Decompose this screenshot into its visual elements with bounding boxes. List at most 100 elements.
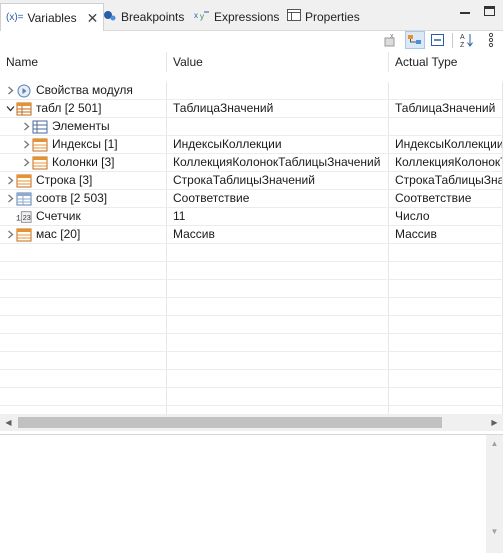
table-row[interactable]: табл [2 501] ТаблицаЗначений ТаблицаЗначен… xyxy=(0,100,503,118)
collapse-all-button[interactable] xyxy=(428,31,448,49)
table-row[interactable]: Свойства модуля xyxy=(0,82,503,100)
empty-table-row xyxy=(0,262,503,280)
tab-properties[interactable]: Properties xyxy=(282,3,365,30)
expressions-icon: xy xyxy=(194,9,210,24)
column-header-name[interactable]: Name xyxy=(0,52,167,72)
breakpoints-icon xyxy=(103,9,117,24)
table-row[interactable]: Строка [3] СтрокаТаблицыЗначений СтрокаТаб… xyxy=(0,172,503,190)
tab-properties-label: Properties xyxy=(305,9,360,24)
variable-name: соотв [2 503] xyxy=(36,191,108,205)
chevron-right-icon[interactable] xyxy=(4,172,16,189)
scroll-right-icon[interactable]: ▶ xyxy=(486,414,503,431)
detail-vertical-scrollbar[interactable]: ▲ ▼ xyxy=(486,435,503,553)
empty-cell xyxy=(167,262,389,279)
cell-actual-type[interactable] xyxy=(389,118,503,135)
cell-name[interactable]: соотв [2 503] xyxy=(0,190,167,207)
cell-name[interactable]: Элементы xyxy=(0,118,167,135)
sort-az-icon: AZ xyxy=(460,34,473,48)
cell-actual-type[interactable] xyxy=(389,82,503,99)
tab-breakpoints[interactable]: Breakpoints xyxy=(98,3,189,30)
cell-value[interactable]: ТаблицаЗначений xyxy=(167,100,389,117)
tab-variables[interactable]: (x)= Variables ✕ xyxy=(0,3,105,31)
column-header-value[interactable]: Value xyxy=(167,52,389,72)
variable-name: мас [20] xyxy=(36,227,81,241)
chevron-right-icon[interactable] xyxy=(20,118,32,135)
scroll-down-icon[interactable]: ▼ xyxy=(486,523,503,540)
cell-value[interactable] xyxy=(167,82,389,99)
cell-name[interactable]: 1 2 3 Счетчик xyxy=(0,208,167,225)
empty-cell xyxy=(0,280,167,297)
empty-table-row xyxy=(0,370,503,388)
cell-name[interactable]: мас [20] xyxy=(0,226,167,243)
chevron-right-icon[interactable] xyxy=(20,154,32,171)
maximize-icon[interactable] xyxy=(484,6,495,16)
collapse-all-icon xyxy=(431,34,444,46)
cell-value[interactable]: ИндексыКоллекции xyxy=(167,136,389,153)
cell-value[interactable]: Соответствие xyxy=(167,190,389,207)
scroll-up-icon[interactable]: ▲ xyxy=(486,435,503,452)
scroll-left-icon[interactable]: ◀ xyxy=(0,414,17,431)
variable-name: Счетчик xyxy=(36,209,81,223)
cell-value[interactable]: СтрокаТаблицыЗначений xyxy=(167,172,389,189)
empty-cell xyxy=(0,244,167,261)
cell-name[interactable]: Строка [3] xyxy=(0,172,167,189)
tab-variables-label: Variables xyxy=(27,10,77,25)
empty-table-row xyxy=(0,388,503,406)
cell-actual-type[interactable]: Число xyxy=(389,208,503,225)
table-row[interactable]: соотв [2 503] Соответствие Соответствие xyxy=(0,190,503,208)
minimize-icon[interactable] xyxy=(460,12,470,14)
cell-actual-type[interactable]: КоллекцияКолонокТ xyxy=(389,154,503,171)
show-logical-structure-button[interactable] xyxy=(405,31,425,49)
table-row[interactable]: 1 2 3 Счетчик 11 Число xyxy=(0,208,503,226)
variable-name: Строка [3] xyxy=(36,173,93,187)
empty-table-row xyxy=(0,352,503,370)
view-menu-button[interactable] xyxy=(481,31,501,49)
cell-name[interactable]: Индексы [1] xyxy=(0,136,167,153)
cell-value[interactable]: КоллекцияКолонокТаблицыЗначений xyxy=(167,154,389,171)
chevron-right-icon[interactable] xyxy=(4,82,16,99)
type-names-icon: x xyxy=(384,33,395,47)
chevron-down-icon[interactable] xyxy=(4,100,16,117)
cell-name[interactable]: Колонки [3] xyxy=(0,154,167,171)
table-row[interactable]: мас [20] Массив Массив xyxy=(0,226,503,244)
cell-actual-type[interactable]: СтрокаТаблицыЗна xyxy=(389,172,503,189)
cell-name[interactable]: Свойства модуля xyxy=(0,82,167,99)
cell-actual-type[interactable]: Массив xyxy=(389,226,503,243)
empty-cell xyxy=(167,352,389,369)
empty-cell xyxy=(167,334,389,351)
empty-cell xyxy=(389,316,503,333)
horizontal-scroll-thumb[interactable] xyxy=(18,417,442,428)
tab-expressions[interactable]: xy Expressions xyxy=(189,3,284,30)
empty-table-row xyxy=(0,406,503,414)
cell-value[interactable] xyxy=(167,118,389,135)
empty-cell xyxy=(167,298,389,315)
show-type-names-button[interactable]: x xyxy=(382,31,402,49)
chevron-right-icon[interactable] xyxy=(20,136,32,153)
column-header-actual-type[interactable]: Actual Type xyxy=(389,52,503,72)
svg-text:x: x xyxy=(390,33,394,40)
cell-name[interactable]: табл [2 501] xyxy=(0,100,167,117)
empty-cell xyxy=(167,280,389,297)
table-row[interactable]: Элементы xyxy=(0,118,503,136)
sort-button[interactable]: AZ xyxy=(457,31,477,49)
svg-text:1: 1 xyxy=(16,214,21,223)
chevron-right-icon[interactable] xyxy=(4,226,16,243)
svg-text:y: y xyxy=(200,12,204,21)
svg-text:Z: Z xyxy=(460,42,465,48)
collection-icon xyxy=(32,136,48,153)
chevron-right-icon[interactable] xyxy=(4,190,16,207)
horizontal-scrollbar[interactable]: ◀ ▶ xyxy=(0,414,503,431)
table-icon xyxy=(16,100,32,117)
cell-actual-type[interactable]: ИндексыКоллекции xyxy=(389,136,503,153)
cell-actual-type[interactable]: Соответствие xyxy=(389,190,503,207)
table-row[interactable]: Индексы [1] ИндексыКоллекции ИндексыКоллек… xyxy=(0,136,503,154)
close-icon[interactable]: ✕ xyxy=(87,11,99,25)
tab-expressions-label: Expressions xyxy=(214,9,280,24)
collection-icon xyxy=(16,172,32,189)
cell-actual-type[interactable]: ТаблицаЗначений xyxy=(389,100,503,117)
table-row[interactable]: Колонки [3] КоллекцияКолонокТаблицыЗначен… xyxy=(0,154,503,172)
cell-value[interactable]: Массив xyxy=(167,226,389,243)
variables-table: Name Value Actual Type Свойства модуля та… xyxy=(0,52,503,414)
detail-pane[interactable]: ▲ ▼ xyxy=(0,434,503,553)
cell-value[interactable]: 11 xyxy=(167,208,389,225)
